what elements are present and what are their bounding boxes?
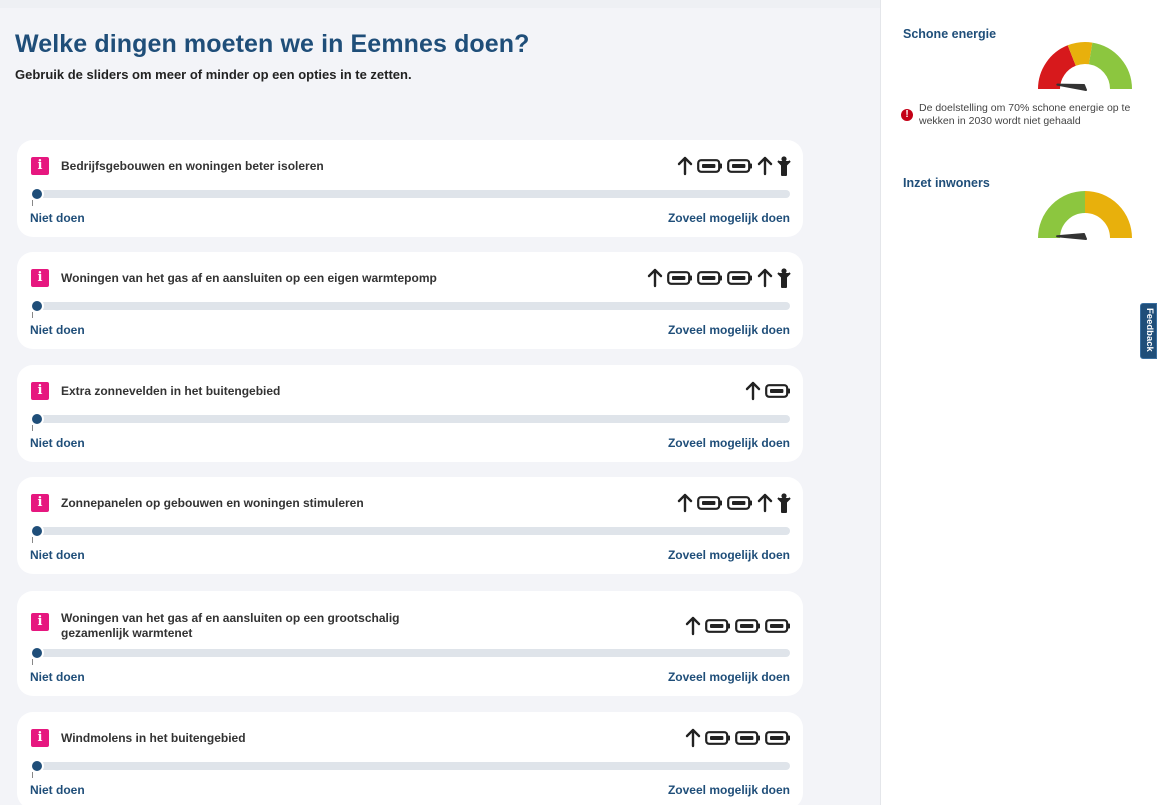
arrow-up-icon (745, 381, 761, 401)
slider-tick (32, 200, 33, 206)
info-icon[interactable]: i (31, 729, 49, 747)
battery-icon (697, 496, 722, 510)
warning-text: De doelstelling om 70% schone energie op… (919, 102, 1131, 127)
option-slider-thumb[interactable] (32, 301, 42, 311)
slider-tick (32, 425, 33, 431)
arrow-up-icon (757, 268, 773, 288)
slider-tick (32, 312, 33, 318)
page-subtitle: Gebruik de sliders om meer of minder op … (15, 67, 412, 82)
battery-icon (727, 159, 752, 173)
arrow-up-icon (647, 268, 663, 288)
battery-icon (735, 619, 760, 633)
option-card: i Woningen van het gas af en aansluiten … (17, 591, 803, 696)
person-icon (777, 493, 791, 513)
warning-row: ! De doelstelling om 70% schone energie … (901, 102, 1141, 128)
slider-min-label[interactable]: Niet doen (30, 211, 85, 225)
slider-max-label[interactable]: Zoveel mogelijk doen (668, 323, 790, 337)
person-icon (777, 156, 791, 176)
slider-max-label[interactable]: Zoveel mogelijk doen (668, 548, 790, 562)
impact-icons (677, 155, 791, 177)
option-label: Windmolens in het buitengebied (61, 731, 246, 745)
battery-icon (697, 271, 722, 285)
options-panel: Welke dingen moeten we in Eemnes doen? G… (0, 0, 880, 805)
arrow-up-icon (757, 493, 773, 513)
option-slider-thumb[interactable] (32, 648, 42, 658)
option-card: i Extra zonnevelden in het buitengebied … (17, 365, 803, 462)
slider-tick (32, 537, 33, 543)
feedback-button[interactable]: Feedback (1140, 303, 1157, 359)
option-slider-track[interactable] (31, 190, 790, 198)
option-label: Bedrijfsgebouwen en woningen beter isole… (61, 159, 324, 173)
info-icon[interactable]: i (31, 613, 49, 631)
arrow-up-icon (685, 616, 701, 636)
slider-max-label[interactable]: Zoveel mogelijk doen (668, 670, 790, 684)
slider-tick (32, 772, 33, 778)
feedback-label: Feedback (1144, 308, 1155, 352)
option-card: i Zonnepanelen op gebouwen en woningen s… (17, 477, 803, 574)
impact-icons (685, 727, 791, 749)
option-slider-thumb[interactable] (32, 761, 42, 771)
inzet-inwoners-title: Inzet inwoners (903, 176, 990, 190)
option-label: Extra zonnevelden in het buitengebied (61, 384, 281, 398)
info-icon[interactable]: i (31, 157, 49, 175)
arrow-up-icon (757, 156, 773, 176)
option-slider-thumb[interactable] (32, 526, 42, 536)
slider-min-label[interactable]: Niet doen (30, 436, 85, 450)
slider-min-label[interactable]: Niet doen (30, 783, 85, 797)
gauge-needle (1056, 233, 1087, 240)
option-label: Woningen van het gas af en aansluiten op… (61, 611, 400, 640)
slider-max-label[interactable]: Zoveel mogelijk doen (668, 211, 790, 225)
gauge-needle (1056, 83, 1087, 91)
slider-max-label[interactable]: Zoveel mogelijk doen (668, 436, 790, 450)
battery-icon (765, 619, 790, 633)
arrow-up-icon (677, 156, 693, 176)
battery-icon (667, 271, 692, 285)
gauge-segment (1038, 191, 1086, 239)
battery-icon (705, 619, 730, 633)
slider-tick (32, 659, 33, 665)
info-icon[interactable]: i (31, 269, 49, 287)
battery-icon (727, 271, 752, 285)
option-card: i Windmolens in het buitengebied Niet do… (17, 712, 803, 805)
slider-max-label[interactable]: Zoveel mogelijk doen (668, 783, 790, 797)
slider-min-label[interactable]: Niet doen (30, 548, 85, 562)
option-slider-track[interactable] (31, 527, 790, 535)
page-title: Welke dingen moeten we in Eemnes doen? (15, 30, 530, 58)
battery-icon (705, 731, 730, 745)
schone-energie-gauge (1038, 42, 1132, 91)
info-icon[interactable]: i (31, 382, 49, 400)
results-sidebar: Schone energie ! De doelstelling om 70% … (880, 0, 1157, 805)
gauge-segment (1084, 191, 1132, 239)
gauge-segment (1067, 42, 1093, 66)
schone-energie-title: Schone energie (903, 27, 997, 41)
battery-icon (697, 159, 722, 173)
impact-icons (647, 267, 791, 289)
option-slider-track[interactable] (31, 415, 790, 423)
arrow-up-icon (677, 493, 693, 513)
option-slider-thumb[interactable] (32, 414, 42, 424)
battery-icon (765, 731, 790, 745)
option-slider-track[interactable] (31, 302, 790, 310)
option-slider-track[interactable] (31, 762, 790, 770)
slider-min-label[interactable]: Niet doen (30, 323, 85, 337)
option-label: Woningen van het gas af en aansluiten op… (61, 271, 437, 285)
arrow-up-icon (685, 728, 701, 748)
person-icon (777, 268, 791, 288)
alert-circle-icon: ! (901, 109, 913, 121)
info-icon[interactable]: i (31, 494, 49, 512)
battery-icon (765, 384, 790, 398)
impact-icons (677, 492, 791, 514)
option-card: i Bedrijfsgebouwen en woningen beter iso… (17, 140, 803, 237)
battery-icon (727, 496, 752, 510)
option-card: i Woningen van het gas af en aansluiten … (17, 252, 803, 349)
inzet-inwoners-gauge (1038, 191, 1132, 240)
slider-min-label[interactable]: Niet doen (30, 670, 85, 684)
gauge-segment (1088, 42, 1132, 90)
impact-icons (685, 615, 791, 637)
option-label: Zonnepanelen op gebouwen en woningen sti… (61, 496, 364, 510)
option-slider-track[interactable] (31, 649, 790, 657)
impact-icons (745, 380, 791, 402)
option-slider-thumb[interactable] (32, 189, 42, 199)
battery-icon (735, 731, 760, 745)
